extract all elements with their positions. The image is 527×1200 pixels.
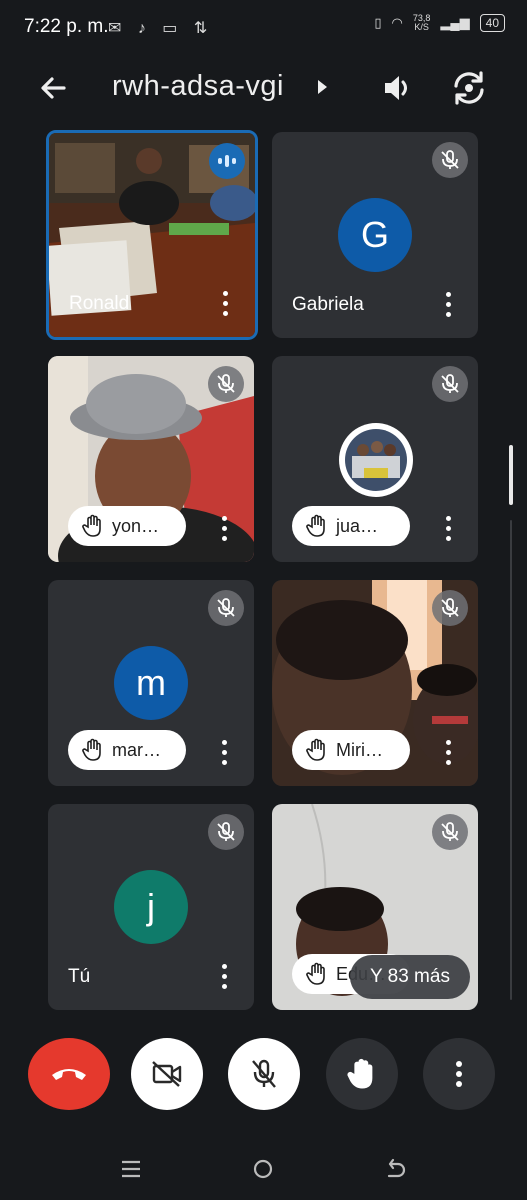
raise-hand-button[interactable] <box>326 1038 398 1110</box>
scrollbar-thumb[interactable] <box>509 445 513 505</box>
raised-hand-name-pill: jua… <box>292 506 410 546</box>
end-call-button[interactable] <box>28 1038 110 1110</box>
audio-output-button[interactable] <box>380 70 416 106</box>
more-options-button[interactable] <box>222 516 228 542</box>
participant-name: Gabriela <box>292 294 364 315</box>
caret-right-icon[interactable] <box>318 80 327 94</box>
profile-photo <box>339 423 413 497</box>
recents-icon[interactable] <box>120 1158 142 1180</box>
speaking-indicator <box>209 143 245 179</box>
raised-hand-icon <box>306 738 325 761</box>
meeting-code[interactable]: rwh-adsa-vgi <box>112 70 284 103</box>
participant-tile-ronald[interactable]: Ronald <box>46 130 258 340</box>
raised-hand-icon <box>82 738 101 761</box>
status-right: ▯ ◠ 73,8 K/S ▂▄▆ 40 <box>374 14 505 32</box>
participant-name: Ronald <box>69 293 130 314</box>
speed-unit: K/S <box>414 22 429 32</box>
raised-hand-name-pill: mar… <box>68 730 186 770</box>
notification-icons: ✉ ♪ ▭ ⇅ <box>108 20 214 37</box>
scroll-track <box>510 520 512 1000</box>
wifi-icon: ◠ <box>391 15 403 30</box>
participant-tile-jua[interactable]: jua… <box>272 356 478 562</box>
camera-off-icon <box>152 1061 182 1087</box>
status-bar: 7:22 p. m. ✉ ♪ ▭ ⇅ ▯ ◠ 73,8 K/S ▂▄▆ 40 <box>0 0 527 56</box>
participant-name: mar… <box>112 739 161 760</box>
mic-off-icon <box>432 590 468 626</box>
back-nav-icon[interactable] <box>384 1158 406 1180</box>
mic-off-icon <box>432 814 468 850</box>
participant-tile-gabriela[interactable]: G Gabriela <box>272 132 478 338</box>
raise-hand-icon <box>347 1058 373 1089</box>
more-vert-icon <box>456 1061 462 1087</box>
raised-hand-icon <box>306 962 325 985</box>
participant-tile-self[interactable]: j Tú <box>48 804 254 1010</box>
more-options-button[interactable] <box>222 740 228 766</box>
end-call-icon <box>52 1069 86 1080</box>
status-time: 7:22 p. m. <box>24 16 109 37</box>
participant-name: yon… <box>112 515 160 536</box>
raised-hand-icon <box>306 514 325 537</box>
mic-off-icon <box>432 366 468 402</box>
more-participants-badge[interactable]: Y 83 más <box>350 955 470 999</box>
speaker-icon <box>385 76 407 100</box>
mic-off-icon <box>432 142 468 178</box>
switch-camera-icon <box>454 71 484 105</box>
more-options-button[interactable] <box>446 740 452 766</box>
more-options-button[interactable] <box>446 516 452 542</box>
participant-name: jua… <box>336 515 379 536</box>
more-options-button[interactable] <box>223 291 229 317</box>
mic-off-icon <box>208 590 244 626</box>
mic-toggle-button[interactable] <box>228 1038 300 1110</box>
home-icon[interactable] <box>252 1158 274 1180</box>
participant-tile-mar[interactable]: m mar… <box>48 580 254 786</box>
raised-hand-icon <box>82 514 101 537</box>
avatar: m <box>114 646 188 720</box>
arrow-back-icon <box>41 77 66 99</box>
mic-off-icon <box>208 366 244 402</box>
raised-hand-name-pill: Miri… <box>292 730 410 770</box>
participant-tile-miri[interactable]: Miri… <box>272 580 478 786</box>
participant-tile-yon[interactable]: yon… <box>48 356 254 562</box>
participant-name: Tú <box>68 966 91 987</box>
more-options-button[interactable] <box>222 964 228 990</box>
raised-hand-name-pill: yon… <box>68 506 186 546</box>
mic-off-icon <box>252 1059 276 1088</box>
participant-name: Miri… <box>336 739 383 760</box>
signal-icon: ▂▄▆ <box>440 15 470 30</box>
back-button[interactable] <box>34 68 74 108</box>
camera-toggle-button[interactable] <box>131 1038 203 1110</box>
avatar: j <box>114 870 188 944</box>
avatar: G <box>338 198 412 272</box>
network-speed: 73,8 K/S <box>413 14 431 32</box>
mic-off-icon <box>208 814 244 850</box>
more-options-button[interactable] <box>446 292 452 318</box>
vibrate-icon: ▯ <box>374 15 382 30</box>
switch-camera-button[interactable] <box>450 68 488 108</box>
battery-indicator: 40 <box>479 14 505 32</box>
more-options-button[interactable] <box>423 1038 495 1110</box>
